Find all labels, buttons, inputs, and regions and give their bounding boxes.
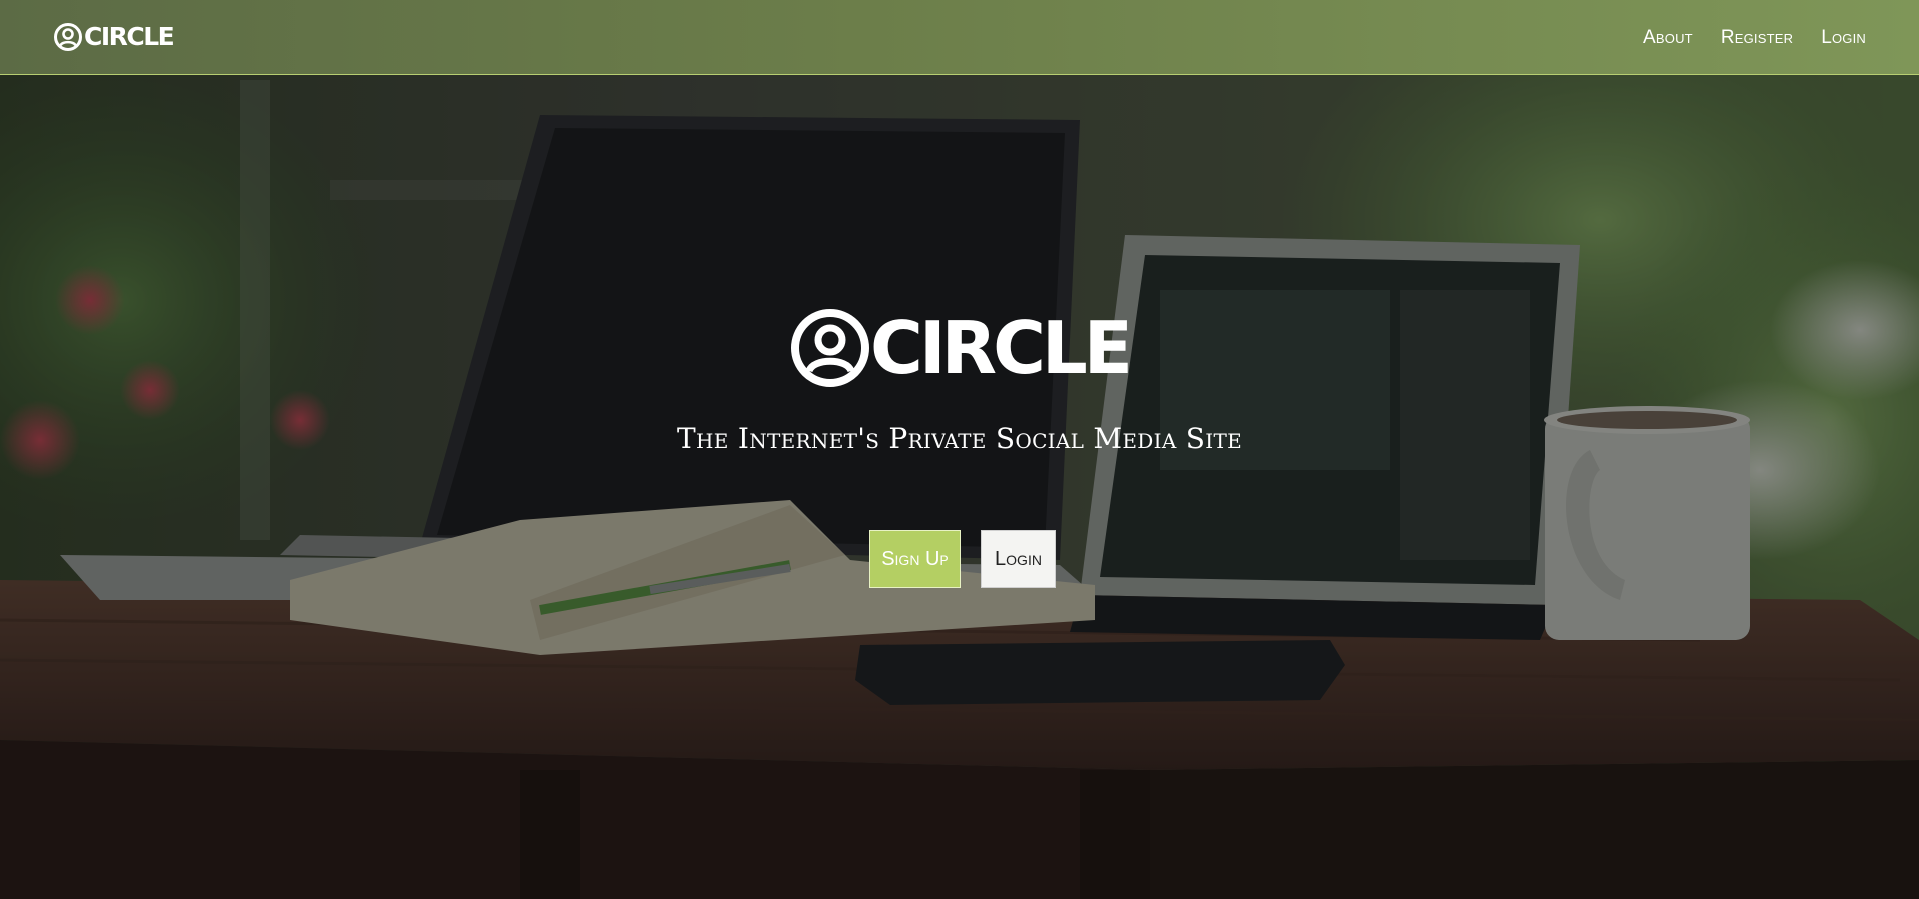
- user-circle-icon: [54, 23, 82, 51]
- brand-logo-link[interactable]: CIRCLE: [53, 19, 175, 55]
- hero-tagline: The Internet's Private Social Media Site: [677, 422, 1242, 455]
- top-navbar: CIRCLE About Register Login: [0, 0, 1919, 75]
- hero-logo: CIRCLE: [790, 306, 1133, 390]
- nav-link-login[interactable]: Login: [1821, 27, 1866, 49]
- sign-up-button[interactable]: Sign Up: [869, 530, 961, 588]
- login-button[interactable]: Login: [981, 530, 1056, 588]
- user-circle-icon: [791, 309, 869, 387]
- nav-links: About Register Login: [1615, 0, 1866, 75]
- nav-link-register[interactable]: Register: [1721, 27, 1793, 49]
- brand-name: CIRCLE: [84, 22, 175, 51]
- nav-link-about[interactable]: About: [1643, 27, 1693, 49]
- landing-page: CIRCLE About Register Login CIRCLE The I…: [0, 0, 1919, 899]
- hero-title: CIRCLE: [870, 306, 1133, 390]
